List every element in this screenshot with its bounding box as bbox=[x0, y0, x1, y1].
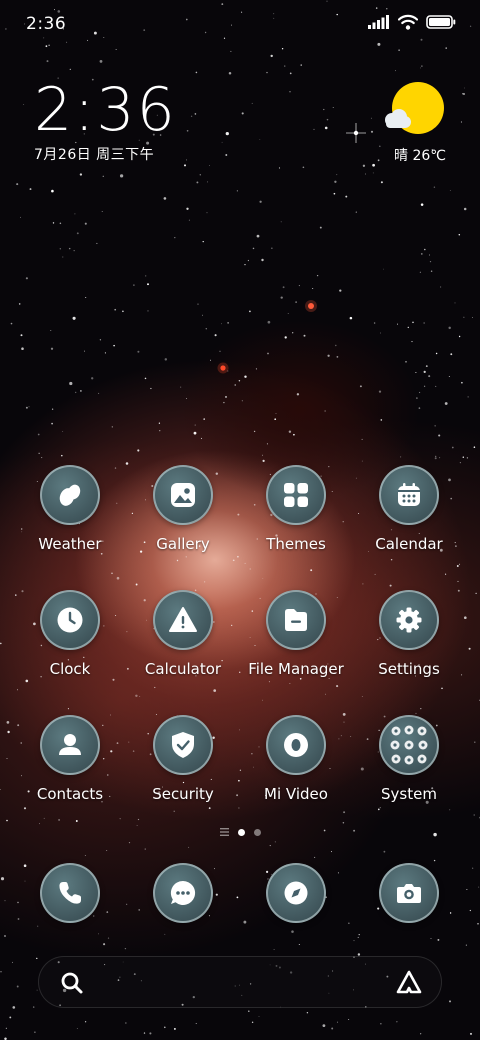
weather-widget[interactable]: 晴 26℃ bbox=[376, 82, 446, 166]
app-file-manager[interactable]: File Manager bbox=[241, 590, 351, 678]
app-label: Calculator bbox=[144, 660, 222, 678]
assistant-icon[interactable] bbox=[395, 969, 423, 995]
browser-icon bbox=[266, 863, 326, 923]
phone-icon bbox=[40, 863, 100, 923]
weather-temperature: 26℃ bbox=[412, 148, 446, 164]
clock-widget[interactable]: 2:36 7月26日 周三下午 bbox=[34, 78, 177, 164]
page-dot-active bbox=[237, 828, 245, 836]
app-label: Themes bbox=[266, 535, 326, 553]
app-label: Settings bbox=[378, 660, 440, 678]
app-label: System bbox=[381, 785, 437, 803]
security-icon bbox=[153, 715, 213, 775]
app-clock[interactable]: Clock bbox=[15, 590, 125, 678]
app-themes[interactable]: Themes bbox=[241, 465, 351, 553]
app-system-folder[interactable]: System bbox=[354, 715, 464, 803]
app-security[interactable]: Security bbox=[128, 715, 238, 803]
system-folder-icon bbox=[379, 715, 439, 775]
themes-icon bbox=[266, 465, 326, 525]
app-drawer-list-icon bbox=[219, 828, 229, 836]
app-gallery[interactable]: Gallery bbox=[128, 465, 238, 553]
app-settings[interactable]: Settings bbox=[354, 590, 464, 678]
search-icon[interactable] bbox=[59, 970, 85, 996]
dock-messages[interactable] bbox=[153, 863, 213, 923]
battery-icon bbox=[426, 15, 456, 29]
app-weather[interactable]: Weather bbox=[15, 465, 125, 553]
widget-date: 7月26日 周三下午 bbox=[34, 147, 155, 163]
widget-time: 2:36 bbox=[34, 75, 177, 145]
contacts-icon bbox=[40, 715, 100, 775]
camera-icon bbox=[379, 863, 439, 923]
app-calculator[interactable]: Calculator bbox=[128, 590, 238, 678]
messages-icon bbox=[153, 863, 213, 923]
dock-camera[interactable] bbox=[379, 863, 439, 923]
app-calendar[interactable]: Calendar bbox=[354, 465, 464, 553]
dock-phone[interactable] bbox=[40, 863, 100, 923]
app-label: Clock bbox=[49, 660, 91, 678]
app-label: Security bbox=[152, 785, 214, 803]
page-indicator[interactable] bbox=[0, 828, 480, 836]
calendar-icon bbox=[379, 465, 439, 525]
search-bar[interactable] bbox=[38, 956, 442, 1008]
app-label: Mi Video bbox=[264, 785, 328, 803]
wifi-icon bbox=[398, 14, 418, 30]
gallery-icon bbox=[153, 465, 213, 525]
app-label: Gallery bbox=[156, 535, 210, 553]
app-label: Contacts bbox=[36, 785, 104, 803]
sunny-cloud-icon bbox=[385, 82, 444, 134]
clock-icon bbox=[40, 590, 100, 650]
calculator-icon bbox=[153, 590, 213, 650]
app-mi-video[interactable]: Mi Video bbox=[241, 715, 351, 803]
page-dot bbox=[253, 828, 261, 836]
app-label: File Manager bbox=[248, 660, 344, 678]
app-label: Weather bbox=[38, 535, 102, 553]
status-bar: 2:36 bbox=[0, 0, 480, 50]
mi-video-icon bbox=[266, 715, 326, 775]
weather-condition: 晴 bbox=[394, 148, 408, 164]
signal-icon bbox=[368, 15, 389, 29]
status-time: 2:36 bbox=[26, 14, 67, 34]
file-manager-icon bbox=[266, 590, 326, 650]
status-icons bbox=[368, 14, 456, 30]
app-contacts[interactable]: Contacts bbox=[15, 715, 125, 803]
weather-icon bbox=[40, 465, 100, 525]
settings-icon bbox=[379, 590, 439, 650]
app-label: Calendar bbox=[375, 535, 443, 553]
weather-summary: 晴 26℃ bbox=[394, 145, 446, 165]
dock-browser[interactable] bbox=[266, 863, 326, 923]
